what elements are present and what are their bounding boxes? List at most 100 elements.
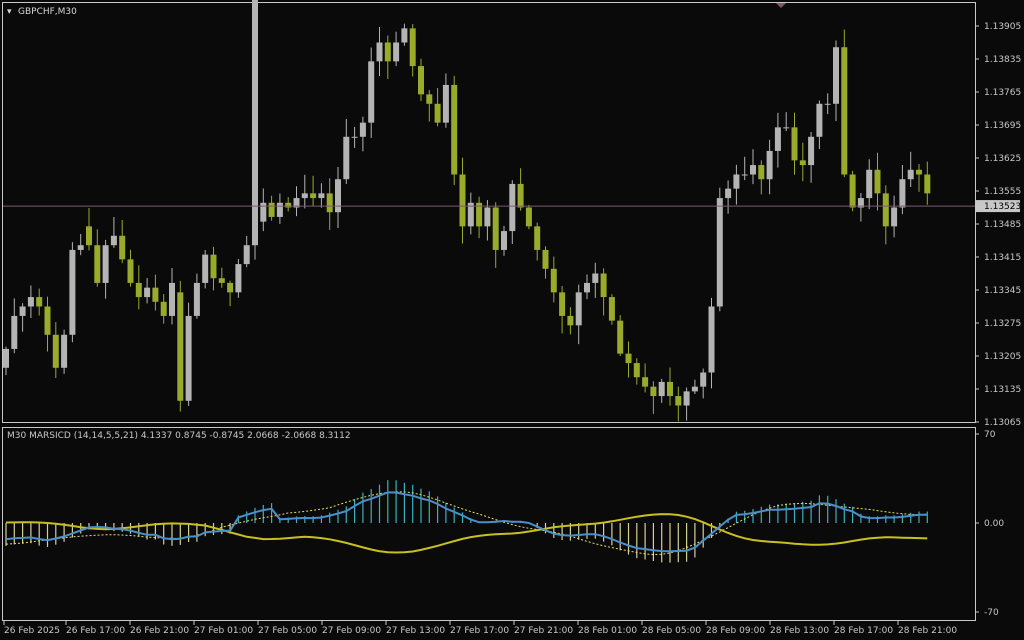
candle-body bbox=[774, 127, 781, 151]
time-tick-label: 28 Feb 21:00 bbox=[898, 626, 957, 636]
candle-body bbox=[608, 297, 615, 321]
candle-body bbox=[525, 207, 532, 227]
price-tick-label: 1.13345 bbox=[984, 286, 1021, 296]
time-tick-label: 26 Feb 2025 bbox=[4, 626, 60, 636]
price-tick-label: 1.13205 bbox=[984, 352, 1021, 362]
price-tick-label: 1.13625 bbox=[984, 154, 1021, 164]
candle-body bbox=[550, 268, 557, 293]
candle-body bbox=[110, 235, 117, 246]
candle-body bbox=[44, 306, 51, 335]
indicator-title: M30 MARSICD (14,14,5,5,21) 4.1337 0.8745… bbox=[7, 431, 351, 441]
candle-body bbox=[824, 103, 831, 105]
time-tick-label: 28 Feb 05:00 bbox=[642, 626, 701, 636]
candle-body bbox=[276, 202, 283, 217]
candle-body bbox=[368, 61, 375, 123]
candle-body bbox=[177, 292, 184, 401]
current-price-label: 1.13523 bbox=[984, 202, 1021, 212]
candle-body bbox=[301, 193, 308, 199]
candle-body bbox=[3, 348, 9, 368]
price-tick-label: 1.13765 bbox=[984, 88, 1021, 98]
time-tick-label: 28 Feb 01:00 bbox=[578, 626, 637, 636]
candle-body bbox=[907, 169, 914, 180]
price-tick-label: 1.13695 bbox=[984, 121, 1021, 131]
candle-body bbox=[243, 245, 250, 265]
candle-body bbox=[160, 301, 167, 316]
candle-body bbox=[442, 84, 449, 123]
time-tick-label: 27 Feb 17:00 bbox=[450, 626, 509, 636]
candle-body bbox=[326, 193, 333, 213]
candle-body bbox=[766, 150, 773, 180]
price-tick-label: 1.13275 bbox=[984, 319, 1021, 329]
chart-canvas[interactable]: 1.13523 1.13905 1.13835 1.13765 1.13695 1.13… bbox=[0, 0, 1024, 640]
candle-body bbox=[866, 169, 873, 199]
candle-body bbox=[650, 386, 657, 397]
candle-body bbox=[318, 193, 325, 199]
time-tick-label: 28 Feb 09:00 bbox=[706, 626, 765, 636]
candle-body bbox=[833, 47, 839, 104]
time-tick-label: 28 Feb 13:00 bbox=[770, 626, 829, 636]
candle-body bbox=[451, 84, 458, 175]
candle-body bbox=[750, 165, 756, 175]
candle-body bbox=[127, 259, 134, 283]
candle-body bbox=[393, 42, 400, 62]
candle-body bbox=[61, 334, 68, 368]
time-tick-label: 27 Feb 13:00 bbox=[386, 626, 445, 636]
candle-body bbox=[509, 183, 516, 232]
candle-body bbox=[235, 264, 242, 293]
indicator-tick-label: 0.00 bbox=[984, 519, 1004, 529]
candle-body bbox=[559, 292, 566, 316]
candle-body bbox=[69, 249, 76, 335]
price-tick-label: 1.13485 bbox=[984, 220, 1021, 230]
candle-body bbox=[575, 292, 582, 326]
time-tick-label: 26 Feb 17:00 bbox=[66, 626, 125, 636]
candle-body bbox=[816, 103, 823, 137]
candle-body bbox=[625, 353, 632, 364]
candle-body bbox=[169, 282, 175, 316]
time-tick-label: 26 Feb 21:00 bbox=[130, 626, 189, 636]
candle-body bbox=[227, 282, 234, 293]
candle-body bbox=[542, 249, 549, 269]
candle-body bbox=[152, 287, 159, 302]
candle-body bbox=[642, 377, 649, 387]
candle-body bbox=[210, 254, 217, 279]
candle-body bbox=[484, 207, 491, 227]
candle-body bbox=[343, 136, 350, 180]
candle-body bbox=[600, 273, 607, 298]
candle-body bbox=[899, 179, 906, 208]
price-tick-label: 1.13905 bbox=[984, 22, 1021, 32]
symbol-label[interactable]: GBPCHF,M30 bbox=[18, 7, 77, 17]
candle-body bbox=[335, 179, 341, 213]
candle-body bbox=[683, 391, 690, 406]
candle-body bbox=[36, 297, 43, 307]
candle-body bbox=[11, 315, 18, 349]
candle-body bbox=[102, 245, 109, 283]
candle-body bbox=[725, 188, 732, 199]
candle-body bbox=[758, 165, 765, 180]
candle-body bbox=[584, 282, 590, 293]
candle-body bbox=[351, 136, 358, 138]
candle-body bbox=[741, 174, 748, 176]
price-tick-label: 1.13555 bbox=[984, 187, 1021, 197]
candle-body bbox=[534, 226, 541, 250]
candle-body bbox=[384, 42, 391, 62]
candle-body bbox=[310, 193, 317, 199]
candle-body bbox=[418, 66, 424, 95]
candle-body bbox=[86, 226, 92, 246]
candle-body bbox=[882, 193, 889, 227]
candle-body bbox=[916, 169, 922, 175]
triangle-down-icon[interactable]: ▾ bbox=[7, 7, 12, 17]
candle-body bbox=[193, 282, 200, 316]
candle-body bbox=[808, 136, 815, 166]
candle-body bbox=[617, 320, 624, 354]
candle-body bbox=[567, 315, 574, 326]
price-tick-label: 1.13415 bbox=[984, 253, 1021, 263]
candle-body bbox=[700, 372, 707, 387]
time-tick-label: 27 Feb 09:00 bbox=[322, 626, 381, 636]
candle-body bbox=[359, 122, 366, 137]
time-tick-label: 28 Feb 17:00 bbox=[834, 626, 893, 636]
candle-body bbox=[252, 0, 258, 246]
candle-body bbox=[19, 306, 26, 316]
candle-body bbox=[285, 202, 292, 208]
indicator-tick-label: -70 bbox=[984, 608, 999, 618]
candle-body bbox=[409, 28, 416, 67]
